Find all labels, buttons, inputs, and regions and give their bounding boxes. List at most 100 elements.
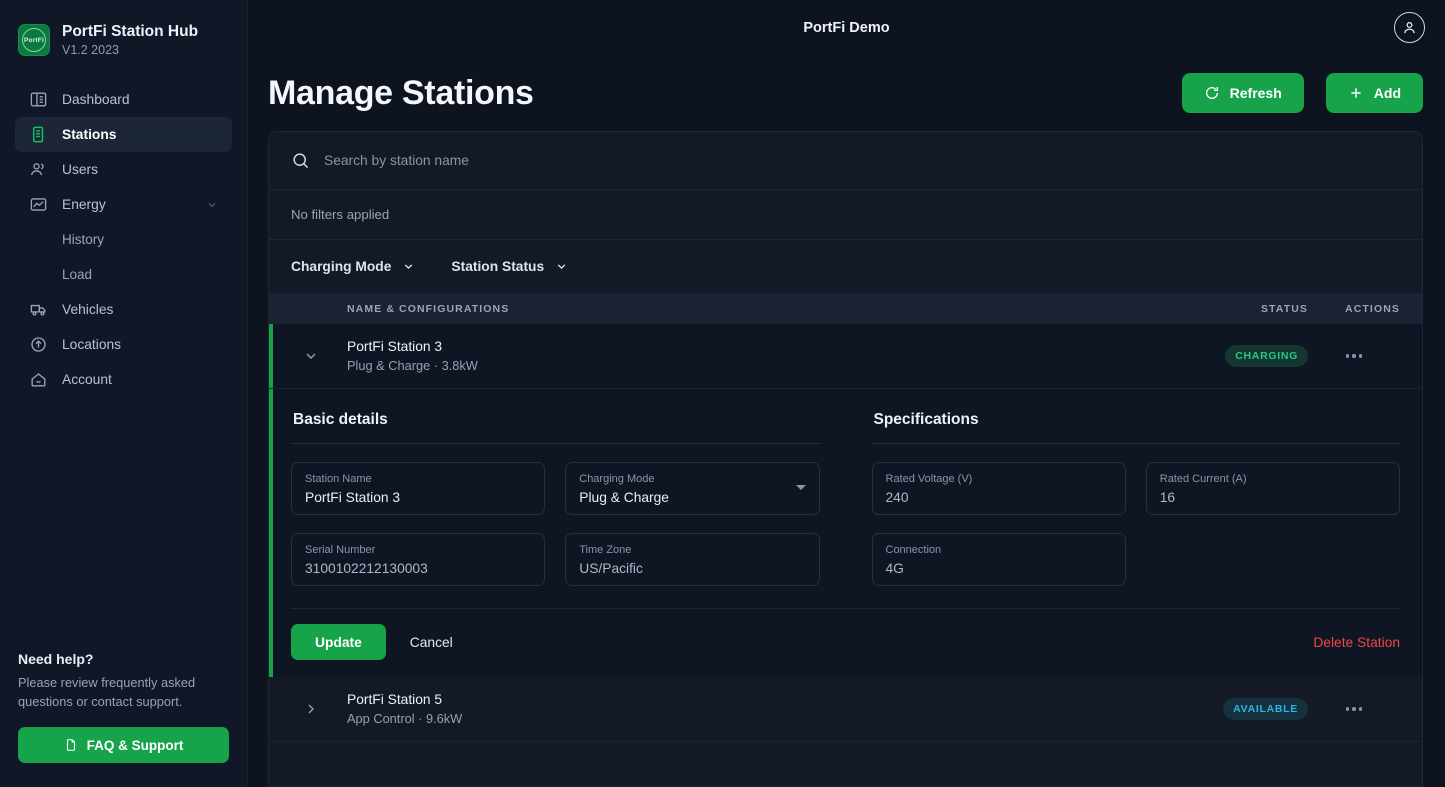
row-collapse-toggle[interactable] <box>291 348 331 364</box>
field-value: Plug & Charge <box>579 488 805 508</box>
sidebar-item-dashboard[interactable]: Dashboard <box>15 82 232 117</box>
sidebar-item-history[interactable]: History <box>15 222 232 257</box>
status-badge: CHARGING <box>1225 345 1308 367</box>
search-row <box>269 132 1422 190</box>
avatar[interactable] <box>1394 12 1425 43</box>
user-icon <box>1401 19 1418 36</box>
status-badge: AVAILABLE <box>1223 698 1308 720</box>
brand-version: V1.2 2023 <box>62 42 198 58</box>
section-title: Basic details <box>291 411 820 429</box>
sidebar-item-label: Users <box>62 162 98 177</box>
filter-label: Station Status <box>451 259 544 274</box>
brand-title: PortFi Station Hub <box>62 22 198 41</box>
plus-icon <box>1348 85 1364 101</box>
sidebar: PortFi PortFi Station Hub V1.2 2023 Dash… <box>0 0 248 787</box>
row-expand-toggle[interactable] <box>291 701 331 717</box>
search-icon <box>291 151 310 170</box>
add-label: Add <box>1374 85 1401 101</box>
sidebar-item-locations[interactable]: Locations <box>15 327 232 362</box>
field-serial-number: Serial Number 3100102212130003 <box>291 533 545 586</box>
row-accent-bar <box>269 324 273 388</box>
sidebar-item-account[interactable]: Account <box>15 362 232 397</box>
filters-row: Charging Mode Station Status <box>269 240 1422 293</box>
field-label: Serial Number <box>305 543 531 558</box>
workspace-title: PortFi Demo <box>803 20 889 36</box>
sidebar-item-label: Energy <box>62 197 106 212</box>
filter-charging-mode[interactable]: Charging Mode <box>291 259 415 274</box>
row-actions-button[interactable] <box>1308 354 1400 358</box>
refresh-icon <box>1204 85 1220 101</box>
topbar: PortFi Demo <box>248 0 1445 55</box>
field-value: 3100102212130003 <box>305 559 531 579</box>
chevron-down-icon <box>402 260 415 273</box>
dashboard-icon <box>29 90 48 109</box>
more-options-icon <box>1346 707 1363 711</box>
sidebar-item-label: History <box>62 232 104 247</box>
sidebar-item-stations[interactable]: Stations <box>15 117 232 152</box>
energy-icon <box>29 195 48 214</box>
truck-icon <box>29 300 48 319</box>
specifications-section: Specifications Rated Voltage (V) 240 Rat… <box>846 411 1401 586</box>
sidebar-item-vehicles[interactable]: Vehicles <box>15 292 232 327</box>
field-rated-voltage: Rated Voltage (V) 240 <box>872 462 1126 515</box>
help-text: Please review frequently asked questions… <box>18 673 229 711</box>
page-header: Manage Stations Refresh Add <box>248 55 1445 131</box>
filter-station-status[interactable]: Station Status <box>451 259 568 274</box>
detail-accent-bar <box>269 389 273 677</box>
users-icon <box>29 160 48 179</box>
column-header-actions: ACTIONS <box>1308 303 1400 315</box>
stations-card: No filters applied Charging Mode Station… <box>268 131 1423 787</box>
station-detail-panel: Basic details Station Name PortFi Statio… <box>269 389 1422 677</box>
sidebar-item-label: Locations <box>62 337 121 352</box>
help-title: Need help? <box>18 651 229 667</box>
chevron-down-icon[interactable] <box>206 199 218 211</box>
brand: PortFi PortFi Station Hub V1.2 2023 <box>0 0 247 64</box>
add-button[interactable]: Add <box>1326 73 1423 113</box>
search-input[interactable] <box>324 153 1400 168</box>
logo-text: PortFi <box>22 28 46 52</box>
station-icon <box>29 125 48 144</box>
location-icon <box>29 335 48 354</box>
more-options-icon <box>1346 354 1363 358</box>
field-value: 4G <box>886 559 1112 579</box>
chevron-right-icon <box>303 701 319 717</box>
basic-details-section: Basic details Station Name PortFi Statio… <box>291 411 846 586</box>
section-divider <box>291 443 820 444</box>
refresh-label: Refresh <box>1230 85 1282 101</box>
refresh-button[interactable]: Refresh <box>1182 73 1304 113</box>
field-label: Connection <box>886 543 1112 558</box>
sidebar-nav: Dashboard Stations Users Energy <box>0 82 247 397</box>
delete-station-button[interactable]: Delete Station <box>1313 635 1400 650</box>
app-logo-icon: PortFi <box>18 24 50 56</box>
field-station-name[interactable]: Station Name PortFi Station 3 <box>291 462 545 515</box>
column-header-status: STATUS <box>1261 303 1308 315</box>
sidebar-item-label: Account <box>62 372 112 387</box>
field-charging-mode[interactable]: Charging Mode Plug & Charge <box>565 462 819 515</box>
faq-support-button[interactable]: FAQ & Support <box>18 727 229 763</box>
sidebar-item-users[interactable]: Users <box>15 152 232 187</box>
sidebar-item-energy[interactable]: Energy <box>15 187 232 222</box>
table-header: NAME & CONFIGURATIONS STATUS ACTIONS <box>269 293 1422 324</box>
help-section: Need help? Please review frequently aske… <box>0 651 247 787</box>
section-title: Specifications <box>872 411 1401 429</box>
sidebar-item-load[interactable]: Load <box>15 257 232 292</box>
row-actions-button[interactable] <box>1308 707 1400 711</box>
table-row[interactable]: PortFi Station 3 Plug & Charge · 3.8kW C… <box>269 324 1422 389</box>
field-value: 16 <box>1160 488 1386 508</box>
station-name: PortFi Station 3 <box>347 339 478 354</box>
field-value: PortFi Station 3 <box>305 488 531 508</box>
update-button[interactable]: Update <box>291 624 386 660</box>
faq-support-label: FAQ & Support <box>87 738 184 753</box>
table-row[interactable]: PortFi Station 5 App Control · 9.6kW AVA… <box>269 677 1422 742</box>
document-icon <box>64 738 78 752</box>
field-label: Rated Voltage (V) <box>886 472 1112 487</box>
field-connection: Connection 4G <box>872 533 1126 586</box>
cancel-button[interactable]: Cancel <box>402 635 461 650</box>
dropdown-caret-icon[interactable] <box>796 485 806 490</box>
field-label: Station Name <box>305 472 531 487</box>
field-spacer <box>1146 533 1400 586</box>
app-root: PortFi PortFi Station Hub V1.2 2023 Dash… <box>0 0 1445 787</box>
column-header-name: NAME & CONFIGURATIONS <box>347 303 509 315</box>
sidebar-item-label: Stations <box>62 127 116 142</box>
station-name: PortFi Station 5 <box>347 692 462 707</box>
